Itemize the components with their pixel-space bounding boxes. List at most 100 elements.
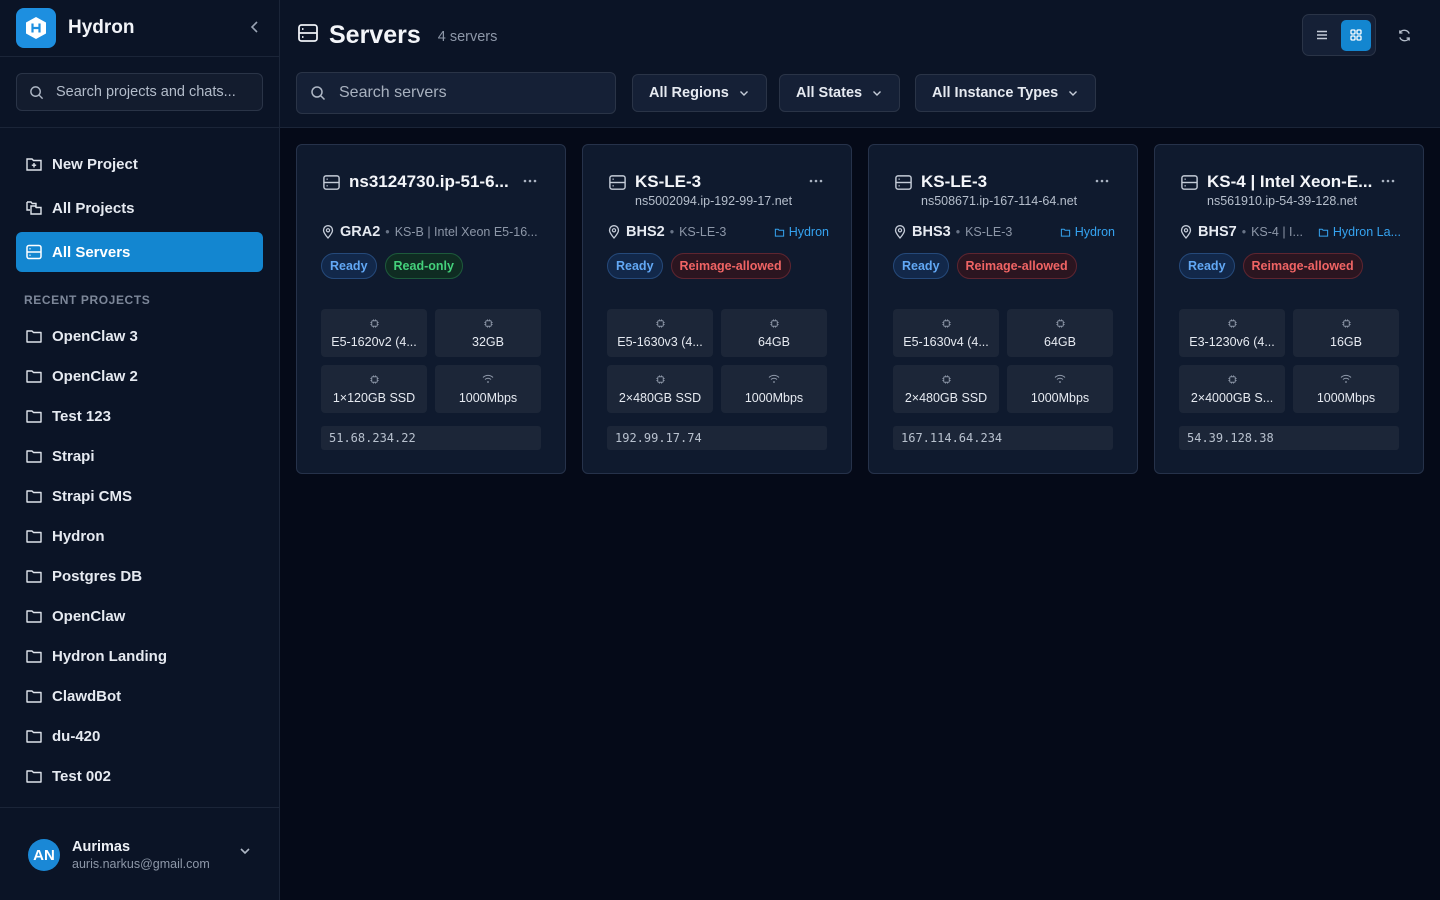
region-label: GRA2 xyxy=(340,224,381,240)
instance-type-filter-dropdown[interactable]: All Instance Types xyxy=(915,74,1097,112)
chevron-left-icon xyxy=(250,21,258,33)
server-card[interactable]: KS-LE-3 ns5002094.ip-192-99-17.net BHS2 • KS… xyxy=(582,144,852,474)
ip-address[interactable]: 54.39.128.38 xyxy=(1179,426,1399,450)
status-badge: Ready xyxy=(1179,253,1235,279)
spec-value: 64GB xyxy=(1044,335,1076,349)
nav-all-projects[interactable]: All Projects xyxy=(16,188,263,228)
project-label: Hydron Landing xyxy=(52,647,167,665)
spec-value: E5-1620v2 (4... xyxy=(331,335,417,349)
project-label: OpenClaw 2 xyxy=(52,367,138,385)
sidebar: Hydron New Project All Projects All Serv… xyxy=(0,0,280,900)
map-pin-icon xyxy=(607,225,621,239)
brand[interactable]: Hydron xyxy=(16,7,135,49)
dropdown-label: All Instance Types xyxy=(932,85,1059,101)
ip-address[interactable]: 192.99.17.74 xyxy=(607,426,827,450)
ip-address[interactable]: 167.114.64.234 xyxy=(893,426,1113,450)
folder-icon xyxy=(24,766,44,786)
memory-icon xyxy=(1341,317,1352,329)
sidebar-project-item[interactable]: Strapi xyxy=(16,438,263,474)
server-card[interactable]: KS-LE-3 ns508671.ip-167-114-64.net BHS3 • KS… xyxy=(868,144,1138,474)
server-card[interactable]: KS-4 | Intel Xeon-E... ns561910.ip-54-39-… xyxy=(1154,144,1424,474)
folder-icon xyxy=(1060,227,1071,238)
sidebar-project-item[interactable]: Postgres DB xyxy=(16,558,263,594)
server-hostname: ns508671.ip-167-114-64.net xyxy=(921,194,1078,208)
more-options-button[interactable] xyxy=(1377,173,1399,189)
sidebar-project-item[interactable]: OpenClaw 2 xyxy=(16,358,263,394)
spec-value: 16GB xyxy=(1330,335,1362,349)
project-link[interactable]: Hydron La... xyxy=(1318,225,1401,239)
wifi-icon xyxy=(482,373,494,385)
project-search-input[interactable] xyxy=(56,84,256,100)
card-header: KS-4 | Intel Xeon-E... xyxy=(1179,171,1401,193)
map-pin-icon xyxy=(321,225,335,239)
refresh-button[interactable] xyxy=(1393,24,1415,46)
server-search-input[interactable] xyxy=(339,84,599,102)
spec-storage: 2×4000GB S... xyxy=(1179,365,1285,413)
region-label: BHS2 xyxy=(626,224,665,240)
project-search-box[interactable] xyxy=(16,73,263,111)
server-icon xyxy=(1179,172,1199,192)
grid-view-button[interactable] xyxy=(1341,19,1371,51)
grid-icon xyxy=(1350,29,1362,41)
status-badge: Read-only xyxy=(384,253,463,279)
dropdown-label: All Regions xyxy=(649,85,729,101)
sidebar-project-item[interactable]: OpenClaw 3 xyxy=(16,318,263,354)
project-name: Hydron xyxy=(788,225,829,239)
state-filter-dropdown[interactable]: All States xyxy=(779,74,901,112)
server-card[interactable]: ns3124730.ip-51-6... GRA2 • KS-B | Intel Xe… xyxy=(296,144,566,474)
ip-address[interactable]: 51.68.234.22 xyxy=(321,426,541,450)
nav-all-servers[interactable]: All Servers xyxy=(16,232,263,272)
project-label: Hydron xyxy=(52,527,105,545)
folders-icon xyxy=(24,198,44,218)
more-options-button[interactable] xyxy=(805,173,827,189)
more-options-button[interactable] xyxy=(519,173,541,189)
spec-value: E5-1630v3 (4... xyxy=(617,335,703,349)
sidebar-project-item[interactable]: Test 002 xyxy=(16,758,263,794)
list-view-button[interactable] xyxy=(1307,20,1337,51)
instance-type: KS-B | Intel Xeon E5-16... xyxy=(394,225,538,239)
memory-icon xyxy=(769,317,780,329)
server-icon xyxy=(321,172,341,192)
spec-memory: 64GB xyxy=(1007,309,1113,357)
spec-value: 1×120GB SSD xyxy=(332,391,416,405)
sidebar-project-item[interactable]: du-420 xyxy=(16,718,263,754)
more-options-button[interactable] xyxy=(1091,173,1113,189)
user-menu[interactable]: AN Aurimas auris.narkus@gmail.com xyxy=(28,836,258,874)
nav-new-project[interactable]: New Project xyxy=(16,144,263,184)
chevron-down-icon xyxy=(871,87,883,99)
server-search-box[interactable] xyxy=(296,72,616,114)
sidebar-project-item[interactable]: OpenClaw xyxy=(16,598,263,634)
sidebar-project-item[interactable]: Strapi CMS xyxy=(16,478,263,514)
status-badge: Ready xyxy=(607,253,663,279)
chevron-down-icon[interactable] xyxy=(238,844,252,863)
status-badge: Reimage-allowed xyxy=(956,253,1077,279)
sidebar-project-item[interactable]: Hydron xyxy=(16,518,263,554)
refresh-icon xyxy=(1398,29,1410,41)
separator-dot: • xyxy=(385,225,390,239)
collapse-sidebar-button[interactable] xyxy=(244,16,266,38)
sidebar-project-item[interactable]: Test 123 xyxy=(16,398,263,434)
folder-icon xyxy=(24,726,44,746)
more-horizontal-icon xyxy=(523,179,537,183)
divider xyxy=(0,807,279,808)
page-header: Servers 4 servers All Regions All States… xyxy=(280,0,1440,128)
sidebar-project-item[interactable]: ClawdBot xyxy=(16,678,263,714)
project-link[interactable]: Hydron xyxy=(774,225,829,239)
dropdown-label: All States xyxy=(796,85,863,101)
server-icon xyxy=(607,172,627,192)
wifi-icon xyxy=(1054,373,1066,385)
server-icon xyxy=(893,172,913,192)
memory-icon xyxy=(483,317,494,329)
region-filter-dropdown[interactable]: All Regions xyxy=(632,74,767,112)
app-name: Hydron xyxy=(68,17,135,38)
folder-icon xyxy=(24,406,44,426)
memory-icon xyxy=(1055,317,1066,329)
cpu-icon xyxy=(655,317,666,329)
project-label: ClawdBot xyxy=(52,687,122,705)
project-link[interactable]: Hydron xyxy=(1060,225,1115,239)
sidebar-project-item[interactable]: Hydron Landing xyxy=(16,638,263,674)
user-name: Aurimas xyxy=(72,839,131,855)
spec-value: 1000Mbps xyxy=(1030,391,1090,405)
hydron-logo-icon xyxy=(16,8,56,48)
folder-icon xyxy=(1318,227,1329,238)
